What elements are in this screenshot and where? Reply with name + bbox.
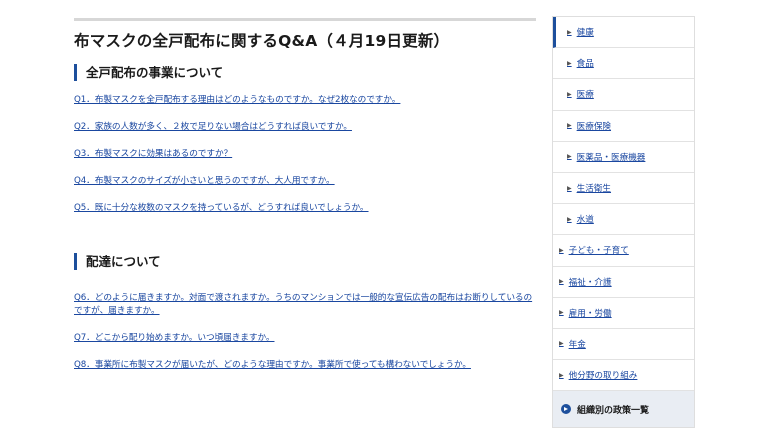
sidebar-item-pharmaceuticals[interactable]: ▶ 医薬品・医療機器 xyxy=(553,142,694,173)
caret-right-icon: ▶ xyxy=(559,371,564,379)
sidebar-item-food[interactable]: ▶ 食品 xyxy=(553,48,694,80)
sidebar-item-health[interactable]: ▶ 健康 xyxy=(553,17,694,49)
list-item: Q3．布製マスクに効果はあるのですか？ xyxy=(74,148,536,161)
sidebar-item-label: 医薬品・医療機器 xyxy=(576,152,646,163)
question-link-q6[interactable]: Q6．どのように届きますか。対面で渡されますか。うちのマンションでは一般的な宣伝… xyxy=(74,293,532,316)
sidebar-item-label: 医療保険 xyxy=(576,121,612,132)
question-link-q5[interactable]: Q5．既に十分な枚数のマスクを持っているが、どうすれば良いでしょうか。 xyxy=(74,203,369,213)
sidebar-item-pension[interactable]: ▶ 年金 xyxy=(553,329,694,361)
caret-right-icon: ▶ xyxy=(559,246,564,254)
sidebar-item-label: 子ども・子育て xyxy=(568,246,629,257)
sidebar-item-label: 年金 xyxy=(568,339,586,350)
caret-right-icon: ▶ xyxy=(567,215,572,223)
question-link-q7[interactable]: Q7．どこから配り始めますか。いつ頃届きますか。 xyxy=(74,333,275,343)
sidebar-item-medical-insurance[interactable]: ▶ 医療保険 xyxy=(553,111,694,142)
list-item: Q1．布製マスクを全戸配布する理由はどのようなものですか。なぜ2枚なのですか。 xyxy=(74,94,536,107)
question-link-q4[interactable]: Q4．布製マスクのサイズが小さいと思うのですが、大人用ですか。 xyxy=(74,176,335,186)
sidebar-item-label: 生活衛生 xyxy=(576,184,612,195)
list-item: Q2．家族の人数が多く、２枚で足りない場合はどうすれば良いですか。 xyxy=(74,121,536,134)
sidebar-item-childcare[interactable]: ▶ 子ども・子育て xyxy=(553,235,694,267)
caret-right-icon: ▶ xyxy=(559,340,564,348)
caret-right-icon: ▶ xyxy=(559,278,564,286)
caret-right-icon: ▶ xyxy=(567,28,572,36)
caret-right-icon: ▶ xyxy=(567,153,572,161)
top-divider xyxy=(74,18,536,21)
sidebar-item-employment[interactable]: ▶ 雇用・労働 xyxy=(553,298,694,329)
sidebar-policy-list-button[interactable]: 組織別の政策一覧 xyxy=(553,391,694,427)
sidebar-item-water[interactable]: ▶ 水道 xyxy=(553,204,694,236)
sidebar-item-sanitation[interactable]: ▶ 生活衛生 xyxy=(553,173,694,205)
list-item: Q8．事業所に布製マスクが届いたが、どのような理由ですか。事業所で使っても構わな… xyxy=(74,359,536,372)
main-content: 布マスクの全戸配布に関するQ&A（４月19日更新） 全戸配布の事業について Q1… xyxy=(74,18,536,386)
question-list-distribution: Q1．布製マスクを全戸配布する理由はどのようなものですか。なぜ2枚なのですか。 … xyxy=(74,94,536,215)
sidebar-item-label: 他分野の取り組み xyxy=(568,371,638,382)
sidebar-item-label: 食品 xyxy=(576,59,594,70)
section-heading-distribution: 全戸配布の事業について xyxy=(74,64,536,81)
question-link-q3[interactable]: Q3．布製マスクに効果はあるのですか？ xyxy=(74,149,232,159)
list-item: Q7．どこから配り始めますか。いつ頃届きますか。 xyxy=(74,332,536,345)
sidebar-item-label: 福祉・介護 xyxy=(568,277,612,288)
list-item: Q6．どのように届きますか。対面で渡されますか。うちのマンションでは一般的な宣伝… xyxy=(74,292,536,318)
caret-right-icon: ▶ xyxy=(567,122,572,130)
question-link-q8[interactable]: Q8．事業所に布製マスクが届いたが、どのような理由ですか。事業所で使っても構わな… xyxy=(74,360,471,370)
sidebar-item-welfare[interactable]: ▶ 福祉・介護 xyxy=(553,267,694,298)
sidebar-nav: ▶ 健康 ▶ 食品 ▶ 医療 ▶ 医療保険 ▶ 医薬品・医療機器 ▶ 生活衛生 ▶ 水道 ▶ 子… xyxy=(552,16,695,428)
question-link-q2[interactable]: Q2．家族の人数が多く、２枚で足りない場合はどうすれば良いですか。 xyxy=(74,122,352,132)
page-title: 布マスクの全戸配布に関するQ&A（４月19日更新） xyxy=(74,32,450,50)
circle-arrow-icon xyxy=(561,404,571,415)
question-list-delivery: Q6．どのように届きますか。対面で渡されますか。うちのマンションでは一般的な宣伝… xyxy=(74,292,536,372)
sidebar-item-label: 健康 xyxy=(576,28,594,39)
caret-right-icon: ▶ xyxy=(567,59,572,67)
sidebar-footer-label: 組織別の政策一覧 xyxy=(577,405,650,416)
list-item: Q5．既に十分な枚数のマスクを持っているが、どうすれば良いでしょうか。 xyxy=(74,202,536,215)
caret-right-icon: ▶ xyxy=(567,184,572,192)
sidebar-item-medical[interactable]: ▶ 医療 xyxy=(553,79,694,111)
sidebar-item-label: 水道 xyxy=(576,215,594,226)
sidebar-item-label: 医療 xyxy=(576,90,594,101)
section-heading-delivery: 配達について xyxy=(74,253,536,270)
caret-right-icon: ▶ xyxy=(559,309,564,317)
sidebar-item-other-fields[interactable]: ▶ 他分野の取り組み xyxy=(553,360,694,392)
question-link-q1[interactable]: Q1．布製マスクを全戸配布する理由はどのようなものですか。なぜ2枚なのですか。 xyxy=(74,95,401,105)
caret-right-icon: ▶ xyxy=(567,90,572,98)
sidebar-item-label: 雇用・労働 xyxy=(568,308,612,319)
list-item: Q4．布製マスクのサイズが小さいと思うのですが、大人用ですか。 xyxy=(74,175,536,188)
